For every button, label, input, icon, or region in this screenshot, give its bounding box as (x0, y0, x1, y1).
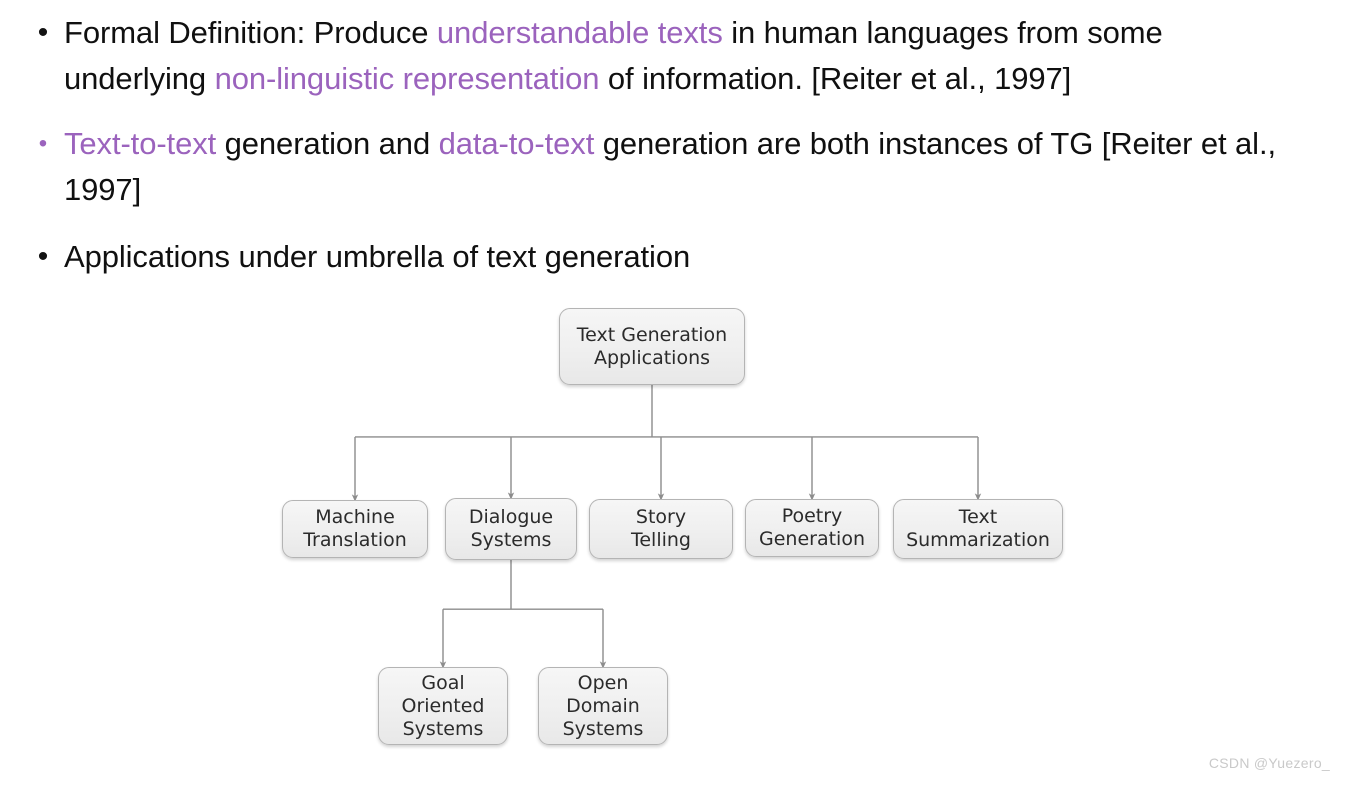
bullet-item-applications: • Applications under umbrella of text ge… (0, 234, 1346, 280)
tree-node-summarization: Text Summarization (893, 499, 1063, 559)
tree-node-poetry: Poetry Generation (745, 499, 879, 557)
watermark-label: CSDN @Yuezero_ (1208, 755, 1330, 771)
highlighted-phrase: data-to-text (438, 126, 595, 161)
highlighted-phrase: Text-to-text (64, 126, 217, 161)
plain-phrase: of information. [Reiter et al., 1997] (599, 61, 1072, 96)
highlighted-phrase: understandable texts (436, 15, 723, 50)
tree-node-open_domain: Open Domain Systems (538, 667, 668, 745)
tree-node-root: Text Generation Applications (559, 308, 745, 385)
plain-phrase: Applications under umbrella of text gene… (64, 239, 691, 274)
bullet-text-applications: Applications under umbrella of text gene… (64, 234, 1312, 280)
bullet-text-formal-definition: Formal Definition: Produce understandabl… (64, 10, 1312, 102)
highlighted-phrase: non-linguistic representation (214, 61, 600, 96)
tree-node-dialogue: Dialogue Systems (445, 498, 577, 560)
plain-phrase: Formal Definition: Produce (64, 15, 437, 50)
bullet-marker-icon: • (37, 16, 49, 49)
tree-node-goal_oriented: Goal Oriented Systems (378, 667, 508, 745)
bullet-marker-icon: • (37, 240, 49, 273)
bullet-text-text-to-text: Text-to-text generation and data-to-text… (64, 121, 1312, 213)
tree-node-story: Story Telling (589, 499, 733, 559)
tree-node-machine_tr: Machine Translation (282, 500, 428, 558)
text-generation-applications-tree: Text Generation Applications Machine Tran… (0, 290, 1346, 760)
slide-content: • Formal Definition: Produce understanda… (0, 0, 1346, 280)
bullet-item-text-to-text: • Text-to-text generation and data-to-te… (0, 121, 1346, 213)
bullet-marker-icon: • (38, 130, 48, 157)
bullet-item-formal-definition: • Formal Definition: Produce understanda… (0, 10, 1346, 102)
plain-phrase: generation and (216, 126, 439, 161)
